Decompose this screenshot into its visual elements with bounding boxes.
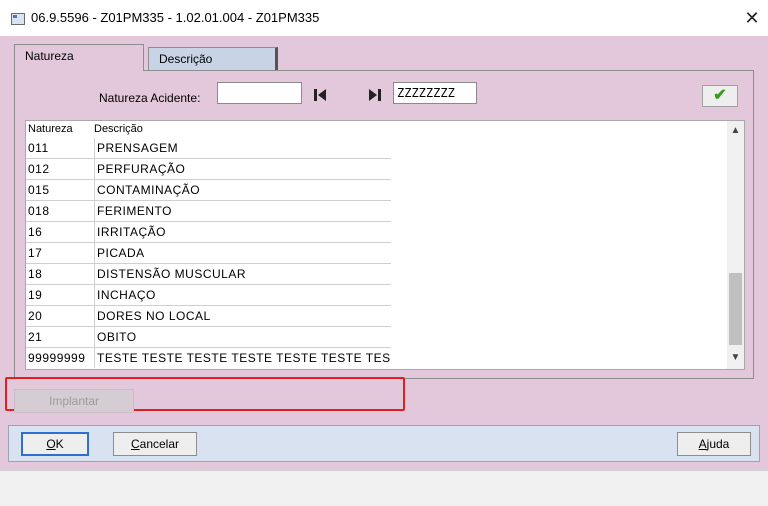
grid-header: Natureza Descrição bbox=[26, 121, 726, 138]
cell-code: 018 bbox=[28, 204, 50, 218]
button-bar: OK Cancelar Ajuda bbox=[8, 425, 760, 462]
table-row[interactable]: 16 IRRITAÇÃO bbox=[26, 222, 391, 243]
cell-desc: PRENSAGEM bbox=[94, 138, 391, 158]
scroll-down-icon[interactable]: ▼ bbox=[727, 352, 744, 366]
natureza-acidente-label: Natureza Acidente: bbox=[99, 91, 201, 105]
natureza-end-input[interactable]: ZZZZZZZZ bbox=[393, 82, 477, 104]
table-row[interactable]: 011 PRENSAGEM bbox=[26, 138, 391, 159]
cell-code: 012 bbox=[28, 162, 50, 176]
cell-code: 18 bbox=[28, 267, 43, 281]
skip-first-icon[interactable] bbox=[312, 87, 328, 103]
natureza-grid: Natureza Descrição 011 PRENSAGEM 012 PERFU… bbox=[25, 120, 745, 370]
cell-desc: PERFURAÇÃO bbox=[94, 159, 391, 179]
cancel-button[interactable]: Cancelar bbox=[113, 432, 197, 456]
cell-desc: OBITO bbox=[94, 327, 391, 347]
table-row[interactable]: 18 DISTENSÃO MUSCULAR bbox=[26, 264, 391, 285]
cell-code: 99999999 bbox=[28, 351, 86, 365]
table-row[interactable]: 17 PICADA bbox=[26, 243, 391, 264]
table-row[interactable]: 018 FERIMENTO bbox=[26, 201, 391, 222]
cell-code: 011 bbox=[28, 141, 49, 155]
grid-rows: 011 PRENSAGEM 012 PERFURAÇÃO 015 CONTAMINAÇ… bbox=[26, 138, 391, 368]
tab-descricao[interactable]: Descrição bbox=[148, 47, 278, 72]
column-header-natureza[interactable]: Natureza bbox=[28, 123, 73, 135]
table-row[interactable]: 015 CONTAMINAÇÃO bbox=[26, 180, 391, 201]
ok-mnemonic: O bbox=[46, 437, 56, 451]
help-mnemonic: A bbox=[698, 437, 707, 451]
cancel-mnemonic: C bbox=[130, 437, 140, 451]
cell-desc: PICADA bbox=[94, 243, 391, 263]
column-header-descricao[interactable]: Descrição bbox=[94, 123, 143, 135]
table-row[interactable]: 20 DORES NO LOCAL bbox=[26, 306, 391, 327]
cell-code: 19 bbox=[28, 288, 43, 302]
cell-code: 21 bbox=[28, 330, 43, 344]
help-button[interactable]: Ajuda bbox=[677, 432, 751, 456]
ok-button[interactable]: OK bbox=[21, 432, 89, 456]
cancel-label: ancelar bbox=[139, 437, 180, 451]
cell-desc: TESTE TESTE TESTE TESTE TESTE TESTE TEST… bbox=[94, 348, 391, 368]
ok-label: K bbox=[55, 437, 64, 451]
cell-code: 015 bbox=[28, 183, 50, 197]
table-row[interactable]: 21 OBITO bbox=[26, 327, 391, 348]
cell-desc: CONTAMINAÇÃO bbox=[94, 180, 391, 200]
table-row[interactable]: 19 INCHAÇO bbox=[26, 285, 391, 306]
scroll-up-icon[interactable]: ▲ bbox=[727, 125, 744, 139]
grid-scrollbar[interactable]: ▲ ▼ bbox=[727, 121, 744, 369]
dialog-body: Natureza Descrição Natureza Acidente: ZZ… bbox=[0, 36, 768, 470]
help-label: juda bbox=[706, 437, 730, 451]
cell-code: 20 bbox=[28, 309, 43, 323]
confirm-filter-button[interactable]: ✔ bbox=[702, 85, 738, 107]
skip-last-icon[interactable] bbox=[367, 87, 383, 103]
cell-desc: DORES NO LOCAL bbox=[94, 306, 391, 326]
cell-desc: DISTENSÃO MUSCULAR bbox=[94, 264, 391, 284]
status-strip bbox=[0, 470, 768, 506]
table-row-selected[interactable]: 99999999 TESTE TESTE TESTE TESTE TESTE TE… bbox=[26, 348, 391, 368]
cell-code: 17 bbox=[28, 246, 43, 260]
cell-code: 16 bbox=[28, 225, 43, 239]
tab-natureza[interactable]: Natureza bbox=[14, 44, 144, 71]
app-window-icon bbox=[11, 13, 25, 25]
scroll-thumb[interactable] bbox=[729, 273, 742, 345]
cell-desc: IRRITAÇÃO bbox=[94, 222, 391, 242]
natureza-start-input[interactable] bbox=[217, 82, 302, 104]
checkmark-icon: ✔ bbox=[713, 87, 727, 104]
window-title: 06.9.5596 - Z01PM335 - 1.02.01.004 - Z01… bbox=[31, 10, 320, 25]
table-row[interactable]: 012 PERFURAÇÃO bbox=[26, 159, 391, 180]
title-bar: 06.9.5596 - Z01PM335 - 1.02.01.004 - Z01… bbox=[0, 0, 768, 36]
implantar-button[interactable]: Implantar bbox=[14, 389, 134, 413]
cell-desc: INCHAÇO bbox=[94, 285, 391, 305]
close-button[interactable]: ✕ bbox=[738, 4, 766, 32]
cell-desc: FERIMENTO bbox=[94, 201, 391, 221]
